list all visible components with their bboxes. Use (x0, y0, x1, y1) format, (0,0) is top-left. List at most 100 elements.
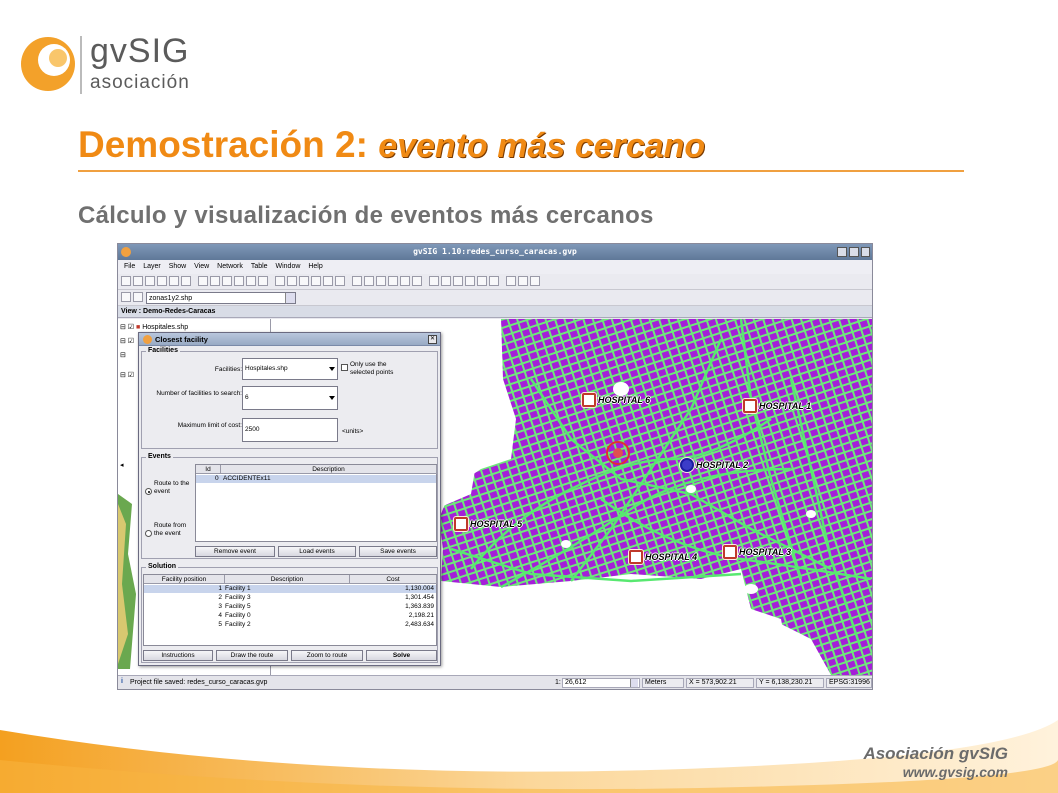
load-events-button[interactable]: Load events (278, 546, 356, 557)
layer-options-icon[interactable] (133, 292, 143, 302)
solution-table: Facility position Description Cost 1 Fac… (143, 574, 437, 646)
menu-window[interactable]: Window (276, 263, 301, 270)
draw-route-button[interactable]: Draw the route (216, 650, 288, 661)
pan-icon[interactable] (169, 276, 179, 286)
layout-icon[interactable] (400, 276, 410, 286)
table-row[interactable]: 3 Facility 5 1,363.839 (144, 603, 436, 611)
info-icon[interactable] (246, 276, 256, 286)
max-cost-input[interactable]: 2500 (242, 418, 338, 442)
window-titlebar: gvSIG 1.10:redes_curso_caracas.gvp (118, 244, 872, 260)
toc-layer-row[interactable]: ⊟ ☑ (120, 371, 134, 379)
toc-layer-row[interactable]: ⊟ (120, 351, 126, 359)
hospital-icon (743, 399, 757, 413)
events-col-description[interactable]: Description (221, 465, 437, 474)
minimize-button[interactable] (837, 247, 847, 257)
instructions-button[interactable]: Instructions (143, 650, 213, 661)
layer-select[interactable]: zonas1y2.shp (146, 292, 296, 304)
zoom-extent-icon[interactable] (210, 276, 220, 286)
menu-view[interactable]: View (194, 263, 209, 270)
remove-event-button[interactable]: Remove event (195, 546, 275, 557)
measure-icon[interactable] (258, 276, 268, 286)
save-icon[interactable] (145, 276, 155, 286)
menu-help[interactable]: Help (308, 263, 322, 270)
settings-icon[interactable] (429, 276, 439, 286)
print-icon[interactable] (157, 276, 167, 286)
solution-col-description[interactable]: Description (225, 575, 350, 584)
route-to-event-radio[interactable] (145, 488, 152, 495)
table-icon[interactable] (364, 276, 374, 286)
help-icon[interactable] (441, 276, 451, 286)
y-coordinate: Y = 6,138,230.21 (756, 678, 824, 688)
max-cost-label: Maximum limit of cost: (177, 422, 242, 429)
delete-icon[interactable] (530, 276, 540, 286)
table-row[interactable]: 4 Facility 0 2,198.21 (144, 612, 436, 620)
toc-layer-row[interactable]: ⊟ ☑ (120, 337, 134, 345)
toc-layer-hospitales[interactable]: ⊟ ☑ ■ Hospitales.shp (120, 323, 188, 331)
info-icon: i (121, 678, 123, 685)
dialog-close-icon[interactable]: ✕ (428, 335, 437, 344)
table-row[interactable]: 5 Facility 2 2,483.634 (144, 621, 436, 629)
new-icon[interactable] (121, 276, 131, 286)
solution-col-position[interactable]: Facility position (144, 575, 225, 584)
line-icon[interactable] (465, 276, 475, 286)
flag-icon[interactable] (335, 276, 345, 286)
zoom-in-icon[interactable] (181, 276, 191, 286)
hospital-icon (454, 517, 468, 531)
route-icon[interactable] (323, 276, 333, 286)
menu-table[interactable]: Table (251, 263, 268, 270)
menu-file[interactable]: File (124, 263, 135, 270)
point-icon[interactable] (453, 276, 463, 286)
save-events-button[interactable]: Save events (359, 546, 437, 557)
zoom-layer-icon[interactable] (222, 276, 232, 286)
solution-group-label: Solution (146, 563, 178, 570)
network-icon[interactable] (311, 276, 321, 286)
table-row[interactable]: 2 Facility 3 1,301.454 (144, 594, 436, 602)
menu-show[interactable]: Show (169, 263, 187, 270)
toc-scroll-arrow-icon[interactable]: ◂ (120, 461, 124, 469)
solution-pos: 1 (218, 585, 222, 592)
only-selected-checkbox[interactable] (341, 364, 348, 371)
table-row[interactable]: 0 ACCIDENTEx11 (196, 475, 436, 483)
undo-icon[interactable] (506, 276, 516, 286)
hospital-marker-selected[interactable]: HOSPITAL 2 (680, 458, 748, 472)
hospital-marker[interactable]: HOSPITAL 4 (629, 550, 697, 564)
solve-button[interactable]: Solve (366, 650, 437, 661)
area-icon[interactable] (275, 276, 285, 286)
close-window-button[interactable] (861, 247, 870, 257)
scale-input[interactable]: 26,612 (562, 678, 640, 688)
hospital-marker[interactable]: HOSPITAL 5 (454, 517, 522, 531)
events-col-id[interactable]: Id (196, 465, 221, 474)
filter-icon[interactable] (388, 276, 398, 286)
edit-layer-icon[interactable] (121, 292, 131, 302)
chart-icon[interactable] (376, 276, 386, 286)
hospital-marker[interactable]: HOSPITAL 3 (723, 545, 791, 559)
menu-layer[interactable]: Layer (143, 263, 161, 270)
facilities-group: Facilities Facilities: Hospitales.shp On… (141, 347, 438, 449)
select-icon[interactable] (234, 276, 244, 286)
slide-title: Demostración 2: evento más cercano (78, 124, 705, 166)
solution-cost: 1,130.004 (405, 585, 434, 592)
open-icon[interactable] (133, 276, 143, 286)
locate-icon[interactable] (299, 276, 309, 286)
barrier-icon[interactable] (352, 276, 362, 286)
menu-network[interactable]: Network (217, 263, 243, 270)
snap-icon[interactable] (489, 276, 499, 286)
event-description: ACCIDENTEx11 (223, 475, 271, 482)
num-facilities-select[interactable]: 6 (242, 386, 338, 410)
table-row[interactable]: 1 Facility 1 1,130.004 (144, 585, 436, 593)
hyperlink-icon[interactable] (287, 276, 297, 286)
chevron-down-icon (630, 679, 638, 687)
maximize-button[interactable] (849, 247, 859, 257)
solution-pos: 3 (218, 603, 222, 610)
zoom-out-icon[interactable] (198, 276, 208, 286)
export-icon[interactable] (412, 276, 422, 286)
solution-desc: Facility 5 (225, 603, 251, 610)
solution-col-cost[interactable]: Cost (350, 575, 437, 584)
polygon-icon[interactable] (477, 276, 487, 286)
redo-icon[interactable] (518, 276, 528, 286)
route-from-event-radio[interactable] (145, 530, 152, 537)
facilities-select[interactable]: Hospitales.shp (242, 358, 338, 380)
hospital-marker[interactable]: HOSPITAL 6 (582, 393, 650, 407)
zoom-to-route-button[interactable]: Zoom to route (291, 650, 363, 661)
hospital-marker[interactable]: HOSPITAL 1 (743, 399, 811, 413)
